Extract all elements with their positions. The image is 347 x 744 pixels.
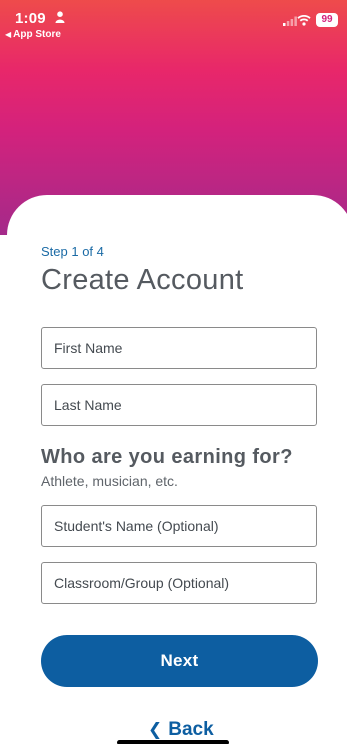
status-time: 1:09 xyxy=(15,10,46,27)
last-name-field[interactable] xyxy=(41,384,317,426)
battery-indicator: 99 xyxy=(316,13,338,27)
back-app-label: App Store xyxy=(13,29,61,40)
wifi-icon xyxy=(297,15,311,26)
first-name-field[interactable] xyxy=(41,327,317,369)
back-link[interactable]: ❮ Back xyxy=(148,719,214,741)
student-name-field[interactable] xyxy=(41,505,317,547)
page-title: Create Account xyxy=(41,264,244,296)
person-icon xyxy=(55,11,65,23)
earning-for-subtext: Athlete, musician, etc. xyxy=(41,473,178,489)
back-link-label: Back xyxy=(168,719,214,740)
back-to-app-store[interactable]: ◀ App Store xyxy=(5,29,61,40)
back-triangle-icon: ◀ xyxy=(5,30,12,39)
step-indicator: Step 1 of 4 xyxy=(41,244,104,259)
create-account-screen: 1:09 ◀ App Store 99 Step 1 of 4 Create Ac… xyxy=(0,0,347,744)
signal-icon xyxy=(283,16,297,26)
status-bar: 1:09 ◀ App Store 99 xyxy=(0,0,347,44)
chevron-left-icon: ❮ xyxy=(148,720,163,739)
home-indicator xyxy=(117,740,229,744)
next-button[interactable]: Next xyxy=(41,635,318,687)
earning-for-heading: Who are you earning for? xyxy=(41,446,293,468)
classroom-group-field[interactable] xyxy=(41,562,317,604)
